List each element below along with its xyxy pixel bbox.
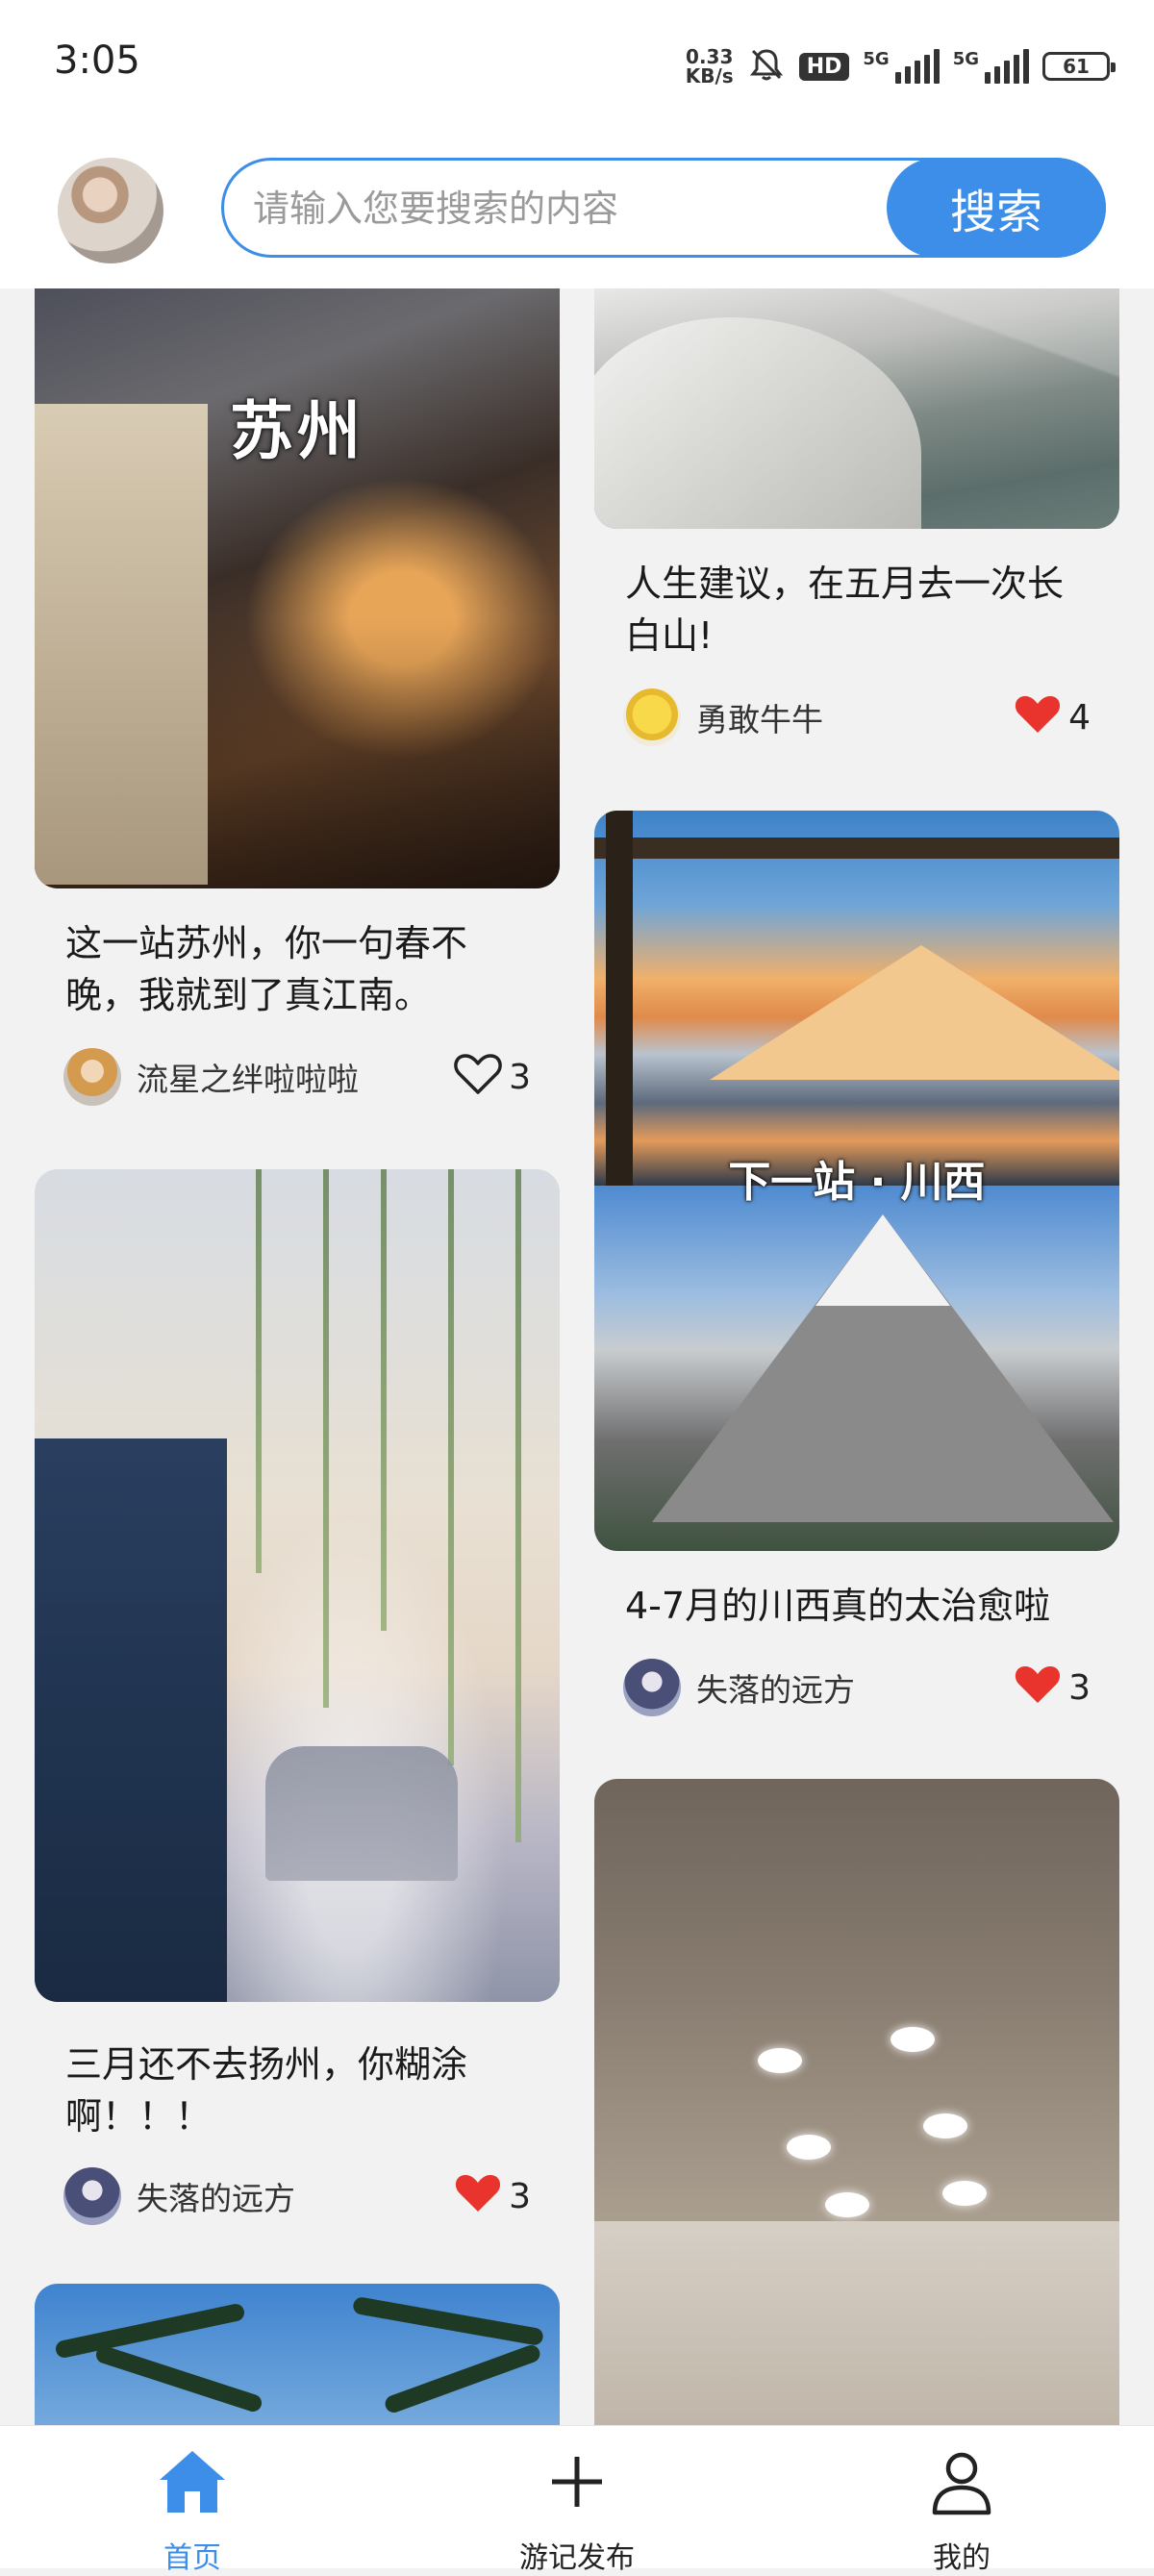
author-avatar[interactable] — [63, 1048, 121, 1106]
search-bar: 搜索 — [221, 158, 1106, 258]
author-name[interactable]: 失落的远方 — [137, 2173, 453, 2219]
image-caption: 下一站 · 川西 — [728, 1158, 986, 1207]
post-title[interactable]: 4-7月的川西真的太治愈啦 — [625, 1580, 1096, 1632]
status-time: 3:05 — [54, 38, 140, 83]
post-card[interactable]: 苏州 这一站苏州，你一句春不晚，我就到了真江南。 流星之绊啦啦啦 3 — [35, 288, 560, 1135]
post-title[interactable]: 人生建议，在五月去一次长白山! — [625, 558, 1096, 662]
like-count: 3 — [509, 1057, 531, 1097]
nav-label: 首页 — [163, 2541, 221, 2575]
heart-outline-icon — [453, 1050, 503, 1105]
like-button[interactable]: 3 — [453, 2169, 531, 2224]
author-avatar[interactable] — [63, 2167, 121, 2225]
hd-badge: HD — [798, 52, 850, 81]
post-image[interactable] — [35, 1169, 560, 2002]
network-speed-unit: KB/s — [685, 64, 734, 88]
post-image[interactable] — [35, 2284, 560, 2425]
header: 搜索 — [0, 135, 1154, 288]
status-icons: 0.33 KB/s HD 5G 5G 61 — [686, 42, 1116, 90]
author-name[interactable]: 流星之绊啦啦啦 — [137, 1054, 453, 1100]
network-speed-value: 0.33 — [686, 45, 734, 68]
home-icon — [154, 2443, 231, 2524]
post-image[interactable]: 下一站 · 川西 — [594, 811, 1119, 1551]
like-count: 3 — [1068, 1667, 1091, 1708]
status-bar: 3:05 0.33 KB/s HD 5G 5G 61 — [0, 0, 1154, 135]
signal-strength-icon: 5G — [953, 49, 1029, 84]
author-name[interactable]: 勇敢牛牛 — [696, 694, 1013, 740]
person-icon — [923, 2443, 1000, 2524]
image-caption: 苏州 — [230, 394, 364, 468]
post-title[interactable]: 这一站苏州，你一句春不晚，我就到了真江南。 — [65, 917, 537, 1021]
post-card[interactable]: 人生建议，在五月去一次长白山! 勇敢牛牛 4 — [594, 288, 1119, 788]
post-card[interactable]: 下一站 · 川西 4-7月的川西真的太治愈啦 失落的远方 3 — [594, 811, 1119, 1772]
user-avatar[interactable] — [58, 158, 163, 263]
like-count: 4 — [1068, 697, 1091, 738]
heart-filled-icon — [1013, 1661, 1063, 1715]
bottom-navigation: 首页 游记发布 我的 — [0, 2425, 1154, 2575]
nav-mine[interactable]: 我的 — [769, 2426, 1154, 2575]
post-image[interactable] — [594, 288, 1119, 529]
search-button[interactable]: 搜索 — [887, 158, 1106, 258]
post-card[interactable]: 三月还不去扬州，你糊涂啊！！！ 失落的远方 3 — [35, 1169, 560, 2237]
post-card[interactable] — [35, 2284, 560, 2425]
network-speed: 0.33 KB/s — [686, 47, 734, 86]
nav-label: 我的 — [933, 2541, 991, 2575]
mute-bell-icon — [747, 45, 786, 88]
nav-label: 游记发布 — [519, 2541, 635, 2575]
nav-publish[interactable]: 游记发布 — [385, 2426, 769, 2575]
post-feed: 苏州 这一站苏州，你一句春不晚，我就到了真江南。 流星之绊啦啦啦 3 人生建议，… — [0, 288, 1154, 2425]
nav-home[interactable]: 首页 — [0, 2426, 385, 2575]
post-meta: 失落的远方 3 — [63, 2165, 531, 2227]
heart-filled-icon — [1013, 690, 1063, 745]
author-avatar[interactable] — [623, 1659, 681, 1716]
author-name[interactable]: 失落的远方 — [696, 1664, 1013, 1711]
post-title[interactable]: 三月还不去扬州，你糊涂啊！！！ — [65, 2038, 537, 2142]
plus-icon — [539, 2443, 615, 2524]
post-image[interactable]: 苏州 — [35, 288, 560, 888]
author-avatar[interactable] — [623, 688, 681, 746]
battery-icon: 61 — [1042, 52, 1116, 81]
post-meta: 失落的远方 3 — [623, 1657, 1091, 1718]
like-button[interactable]: 3 — [1013, 1661, 1091, 1715]
signal-strength-icon: 5G — [863, 49, 940, 84]
post-image[interactable] — [594, 1779, 1119, 2425]
like-count: 3 — [509, 2176, 531, 2216]
heart-filled-icon — [453, 2169, 503, 2224]
like-button[interactable]: 4 — [1013, 690, 1091, 745]
post-card[interactable] — [594, 1779, 1119, 2425]
like-button[interactable]: 3 — [453, 1050, 531, 1105]
post-meta: 流星之绊啦啦啦 3 — [63, 1046, 531, 1108]
search-input[interactable] — [251, 161, 851, 257]
post-meta: 勇敢牛牛 4 — [623, 687, 1091, 748]
